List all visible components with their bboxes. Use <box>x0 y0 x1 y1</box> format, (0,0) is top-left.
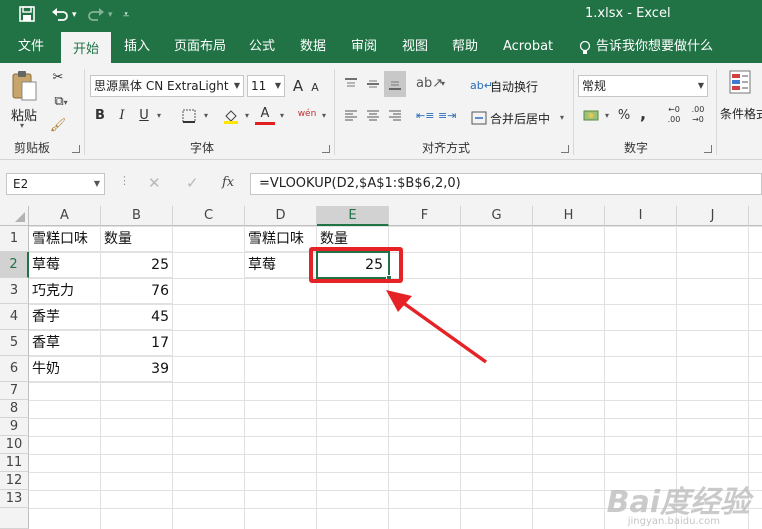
number-group-label: 数字 <box>624 141 649 155</box>
decrease-indent-icon[interactable]: ⇤≡ <box>416 105 434 127</box>
tab-data[interactable]: 数据 <box>298 36 328 63</box>
chevron-down-icon: ▼ <box>93 179 100 188</box>
ribbon: 粘贴 ▾ ✂ ⧉▾ 🖌 剪贴板 思源黑体 CN ExtraLight ▼ 11 … <box>0 63 762 160</box>
align-left-icon[interactable] <box>342 105 360 127</box>
merge-center-button[interactable]: 合并后居中 <box>490 110 550 127</box>
merge-center-icon[interactable] <box>470 107 488 129</box>
tab-home[interactable]: 开始 <box>61 32 111 63</box>
ribbon-tabs: 文件 插入 页面布局 公式 数据 审阅 视图 帮助 Acrobat 告诉我你想要… <box>0 30 762 63</box>
underline-button[interactable]: U <box>136 105 152 127</box>
percent-button[interactable]: % <box>616 105 632 127</box>
wrap-text-button[interactable]: 自动换行 <box>490 78 538 95</box>
chevron-down-icon: ▼ <box>274 81 281 90</box>
decrease-decimal-icon[interactable]: .00 →0 <box>688 105 708 127</box>
clipboard-group-label: 剪贴板 <box>14 141 51 155</box>
customize-qat-icon[interactable]: ⩡ <box>123 5 129 25</box>
comma-style-button[interactable]: , <box>636 103 650 125</box>
font-size-combo[interactable]: 11 ▼ <box>247 75 285 97</box>
tab-home-label: 开始 <box>72 42 99 57</box>
font-color-icon[interactable]: A <box>255 105 275 125</box>
more-icon: ⋮ <box>119 174 130 187</box>
tab-acrobat[interactable]: Acrobat <box>503 36 553 63</box>
title-bar: ▾ ▾ ⩡ 1.xlsx - Excel <box>0 0 762 30</box>
alignment-group-label: 对齐方式 <box>422 141 471 155</box>
underline-dropdown-icon[interactable]: ▾ <box>154 105 164 127</box>
phonetic-guide-icon[interactable]: wén <box>297 103 317 125</box>
lightbulb-icon <box>578 36 592 63</box>
enter-icon[interactable]: ✓ <box>186 174 199 192</box>
increase-indent-icon[interactable]: ≡⇥ <box>438 105 456 127</box>
tab-help[interactable]: 帮助 <box>450 36 480 63</box>
tab-formulas[interactable]: 公式 <box>247 36 277 63</box>
merge-dropdown-icon[interactable]: ▾ <box>557 107 567 129</box>
shrink-font-icon[interactable]: A <box>308 77 322 99</box>
font-size-value: 11 <box>251 79 267 93</box>
orientation-icon[interactable]: ab↗ <box>416 73 443 95</box>
align-middle-icon[interactable] <box>364 73 382 95</box>
number-format-value: 常规 <box>582 79 607 93</box>
font-launcher-icon[interactable] <box>322 145 330 153</box>
chevron-down-icon: ▼ <box>697 81 704 90</box>
font-name-value: 思源黑体 CN ExtraLight <box>94 79 229 93</box>
insert-function-icon[interactable]: fx <box>222 175 234 190</box>
font-group-label: 字体 <box>190 141 215 155</box>
cut-icon[interactable]: ✂ <box>48 67 68 89</box>
wrap-text-icon[interactable]: ab↵ <box>470 75 493 97</box>
tab-view[interactable]: 视图 <box>400 36 430 63</box>
cancel-icon[interactable]: ✕ <box>148 174 161 192</box>
font-color-dropdown-icon[interactable]: ▾ <box>277 105 287 127</box>
chevron-down-icon: ▼ <box>233 81 240 90</box>
bold-button[interactable]: B <box>92 105 108 127</box>
borders-icon[interactable] <box>178 105 200 127</box>
align-center-icon[interactable] <box>364 105 382 127</box>
conditional-format-button[interactable]: 条件格式 <box>720 105 762 122</box>
redo-dropdown-icon[interactable]: ▾ <box>108 5 113 25</box>
watermark-url: jingyan.baidu.com <box>627 516 720 527</box>
clipboard-launcher-icon[interactable] <box>72 145 80 153</box>
tab-page-layout[interactable]: 页面布局 <box>172 36 228 63</box>
alignment-launcher-icon[interactable] <box>561 145 569 153</box>
accounting-dropdown-icon[interactable]: ▾ <box>602 105 612 127</box>
copy-icon[interactable]: ⧉▾ <box>48 91 74 113</box>
align-top-icon[interactable] <box>342 73 360 95</box>
phonetic-dropdown-icon[interactable]: ▾ <box>319 105 329 127</box>
undo-dropdown-icon[interactable]: ▾ <box>72 5 77 25</box>
orientation-dropdown-icon[interactable]: ▾ <box>438 73 448 95</box>
save-icon[interactable] <box>18 5 36 25</box>
worksheet-grid[interactable]: A B C D E F G H I J 1 2 3 4 5 6 7 8 9 10… <box>0 206 762 529</box>
name-box[interactable]: E2 ▼ <box>6 173 105 195</box>
fill-color-dropdown-icon[interactable]: ▾ <box>242 105 252 127</box>
increase-decimal-icon[interactable]: ←0.00 <box>664 105 684 127</box>
italic-button[interactable]: I <box>114 105 130 127</box>
tab-insert[interactable]: 插入 <box>122 36 152 63</box>
paste-icon[interactable] <box>10 69 40 108</box>
watermark-text: Bai度经验 <box>606 485 750 520</box>
conditional-format-icon[interactable] <box>726 69 756 101</box>
undo-icon[interactable] <box>50 5 70 25</box>
window-title: 1.xlsx - Excel <box>585 6 671 21</box>
tell-me-search[interactable]: 告诉我你想要做什么 <box>596 36 713 63</box>
font-name-combo[interactable]: 思源黑体 CN ExtraLight ▼ <box>90 75 244 97</box>
formula-text: =VLOOKUP(D2,$A$1:$B$6,2,0) <box>259 176 461 191</box>
tab-review[interactable]: 审阅 <box>349 36 379 63</box>
formula-input[interactable]: =VLOOKUP(D2,$A$1:$B$6,2,0) <box>250 173 762 195</box>
fill-color-icon[interactable] <box>220 105 242 127</box>
align-right-icon[interactable] <box>386 105 404 127</box>
name-box-value: E2 <box>13 177 29 191</box>
grow-font-icon[interactable]: A <box>290 75 306 97</box>
redo-icon[interactable] <box>86 5 106 25</box>
formula-bar: E2 ▼ ⋮ ✕ ✓ fx =VLOOKUP(D2,$A$1:$B$6,2,0) <box>0 160 762 206</box>
number-format-combo[interactable]: 常规 ▼ <box>578 75 708 97</box>
tab-file[interactable]: 文件 <box>14 36 48 63</box>
number-launcher-icon[interactable] <box>704 145 712 153</box>
align-bottom-icon[interactable] <box>384 71 406 97</box>
format-painter-icon[interactable]: 🖌 <box>48 115 68 137</box>
baidu-watermark-logo: Bai度经验 <box>607 477 750 521</box>
accounting-format-icon[interactable] <box>580 105 602 127</box>
paste-dropdown-icon[interactable]: ▾ <box>20 121 24 130</box>
borders-dropdown-icon[interactable]: ▾ <box>201 105 211 127</box>
